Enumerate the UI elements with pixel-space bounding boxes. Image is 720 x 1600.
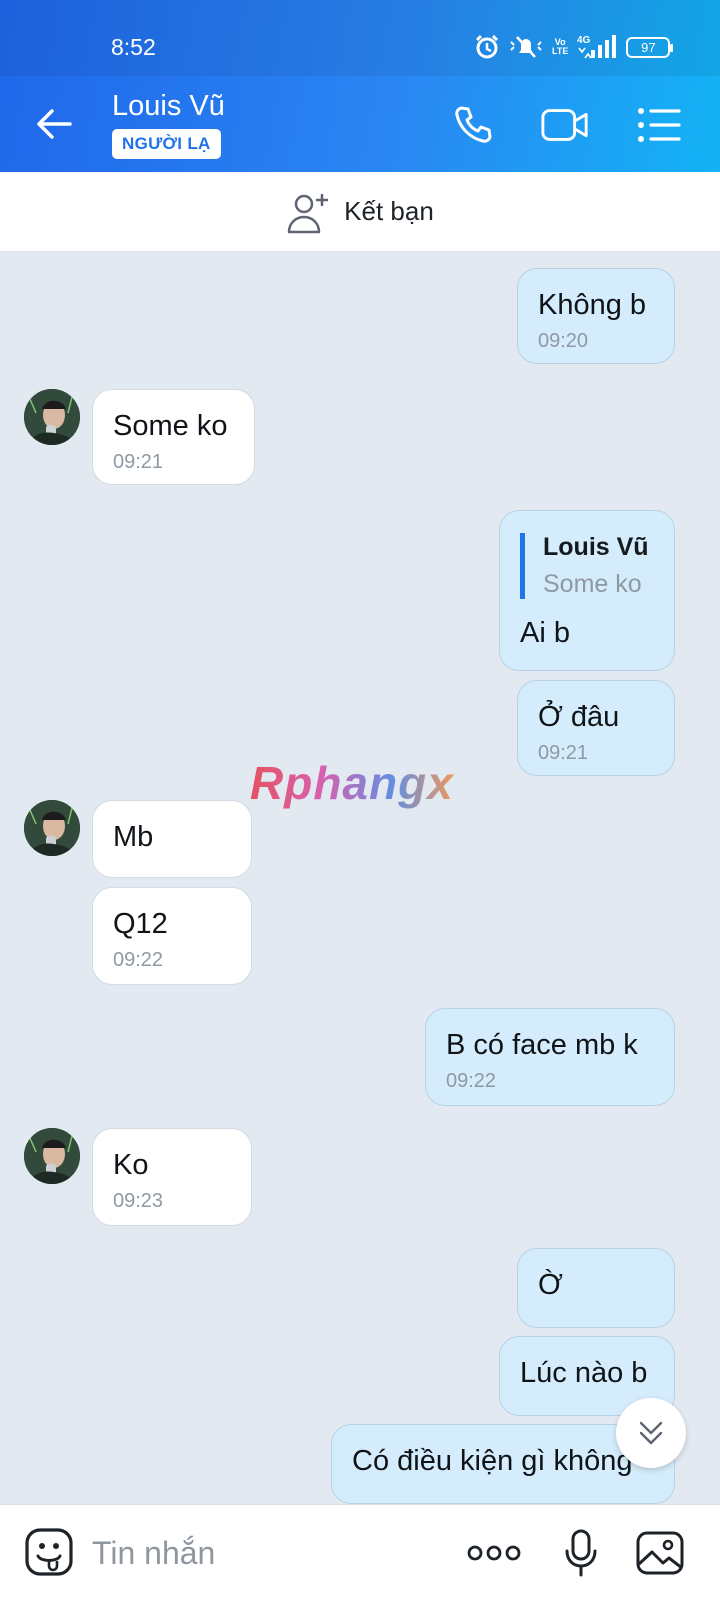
message-text: Ai b (520, 617, 570, 649)
message-text: Có điều kiện gì không (352, 1445, 633, 1477)
signal-icon: 4G (577, 35, 617, 59)
image-icon (636, 1531, 684, 1575)
microphone-icon (565, 1529, 597, 1577)
video-call-button[interactable] (540, 100, 590, 150)
phone-icon (455, 106, 492, 143)
silent-bell-icon (510, 36, 542, 58)
video-call-icon (541, 109, 588, 141)
message-bubble-sent-reply[interactable]: Louis Vũ Some ko Ai b (499, 510, 675, 671)
message-text: Some ko (113, 410, 228, 442)
add-friend-label: Kết bạn (344, 196, 434, 226)
contact-avatar-icon (24, 389, 80, 445)
battery-indicator: 97 (626, 36, 674, 58)
message-bubble-sent[interactable]: Ờ (517, 1248, 675, 1328)
message-text: Mb (113, 821, 154, 853)
stranger-badge: NGƯỜI LẠ (112, 129, 221, 159)
contact-avatar-icon (24, 1128, 80, 1184)
voice-call-button[interactable] (448, 100, 498, 150)
back-button[interactable] (34, 104, 74, 144)
avatar[interactable] (24, 1128, 80, 1184)
quoted-message[interactable]: Louis Vũ Some ko (520, 533, 654, 599)
message-time: 09:23 (113, 1190, 164, 1212)
avatar[interactable] (24, 389, 80, 445)
message-time: 09:22 (446, 1070, 497, 1092)
status-bar: 8:52 Vo LTE 4G 97 (0, 0, 720, 76)
alarm-icon (475, 34, 499, 59)
message-bubble-received[interactable]: Ko 09:23 (92, 1128, 252, 1226)
message-text: Không b (538, 289, 647, 321)
emoji-button[interactable] (24, 1527, 74, 1577)
status-icons: Vo LTE 4G 97 (474, 33, 674, 61)
svg-text:4G: 4G (577, 35, 591, 46)
menu-list-icon (638, 108, 681, 142)
message-bubble-received[interactable]: Q12 09:22 (92, 887, 252, 985)
message-time: 09:21 (538, 742, 589, 764)
volte-icon: Vo LTE (552, 37, 569, 56)
status-time: 8:52 (111, 34, 156, 60)
message-bubble-received[interactable]: Some ko 09:21 (92, 389, 255, 485)
message-text: Ở đâu (538, 701, 620, 733)
send-image-button[interactable] (632, 1527, 688, 1579)
scroll-to-bottom-button[interactable] (616, 1398, 686, 1468)
message-text: B có face mb k (446, 1029, 638, 1061)
contact-avatar-icon (24, 800, 80, 856)
double-chevron-down-icon (639, 1421, 663, 1445)
message-text: Ko (113, 1149, 149, 1181)
chat-header: 8:52 Vo LTE 4G 97 Louis Vũ NGƯỜI LẠ (0, 0, 720, 172)
options-button[interactable] (634, 100, 684, 150)
message-text: Ờ (538, 1269, 563, 1301)
message-bubble-received[interactable]: Mb (92, 800, 252, 878)
more-icon (467, 1545, 521, 1561)
more-button[interactable] (464, 1527, 524, 1579)
message-bubble-sent[interactable]: Ở đâu 09:21 (517, 680, 675, 776)
voice-message-button[interactable] (556, 1527, 606, 1579)
message-text: Q12 (113, 908, 168, 940)
add-friend-icon (287, 193, 329, 233)
message-composer (0, 1504, 720, 1600)
message-bubble-sent[interactable]: B có face mb k 09:22 (425, 1008, 675, 1106)
emoji-icon (25, 1528, 73, 1576)
message-text: Lúc nào b (520, 1357, 648, 1389)
contact-name[interactable]: Louis Vũ (112, 90, 225, 123)
message-input[interactable] (92, 1531, 452, 1575)
message-time: 09:20 (538, 330, 589, 352)
watermark-logo: Rphangx (250, 757, 454, 809)
add-friend-bar[interactable]: Kết bạn (0, 172, 720, 252)
message-time: 09:22 (113, 949, 164, 971)
avatar[interactable] (24, 800, 80, 856)
quoted-text: Some ko (543, 570, 642, 598)
message-bubble-sent[interactable]: Không b 09:20 (517, 268, 675, 364)
quoted-sender: Louis Vũ (543, 533, 649, 561)
battery-level: 97 (641, 39, 656, 55)
message-time: 09:21 (113, 451, 164, 473)
back-arrow-icon (37, 109, 72, 139)
